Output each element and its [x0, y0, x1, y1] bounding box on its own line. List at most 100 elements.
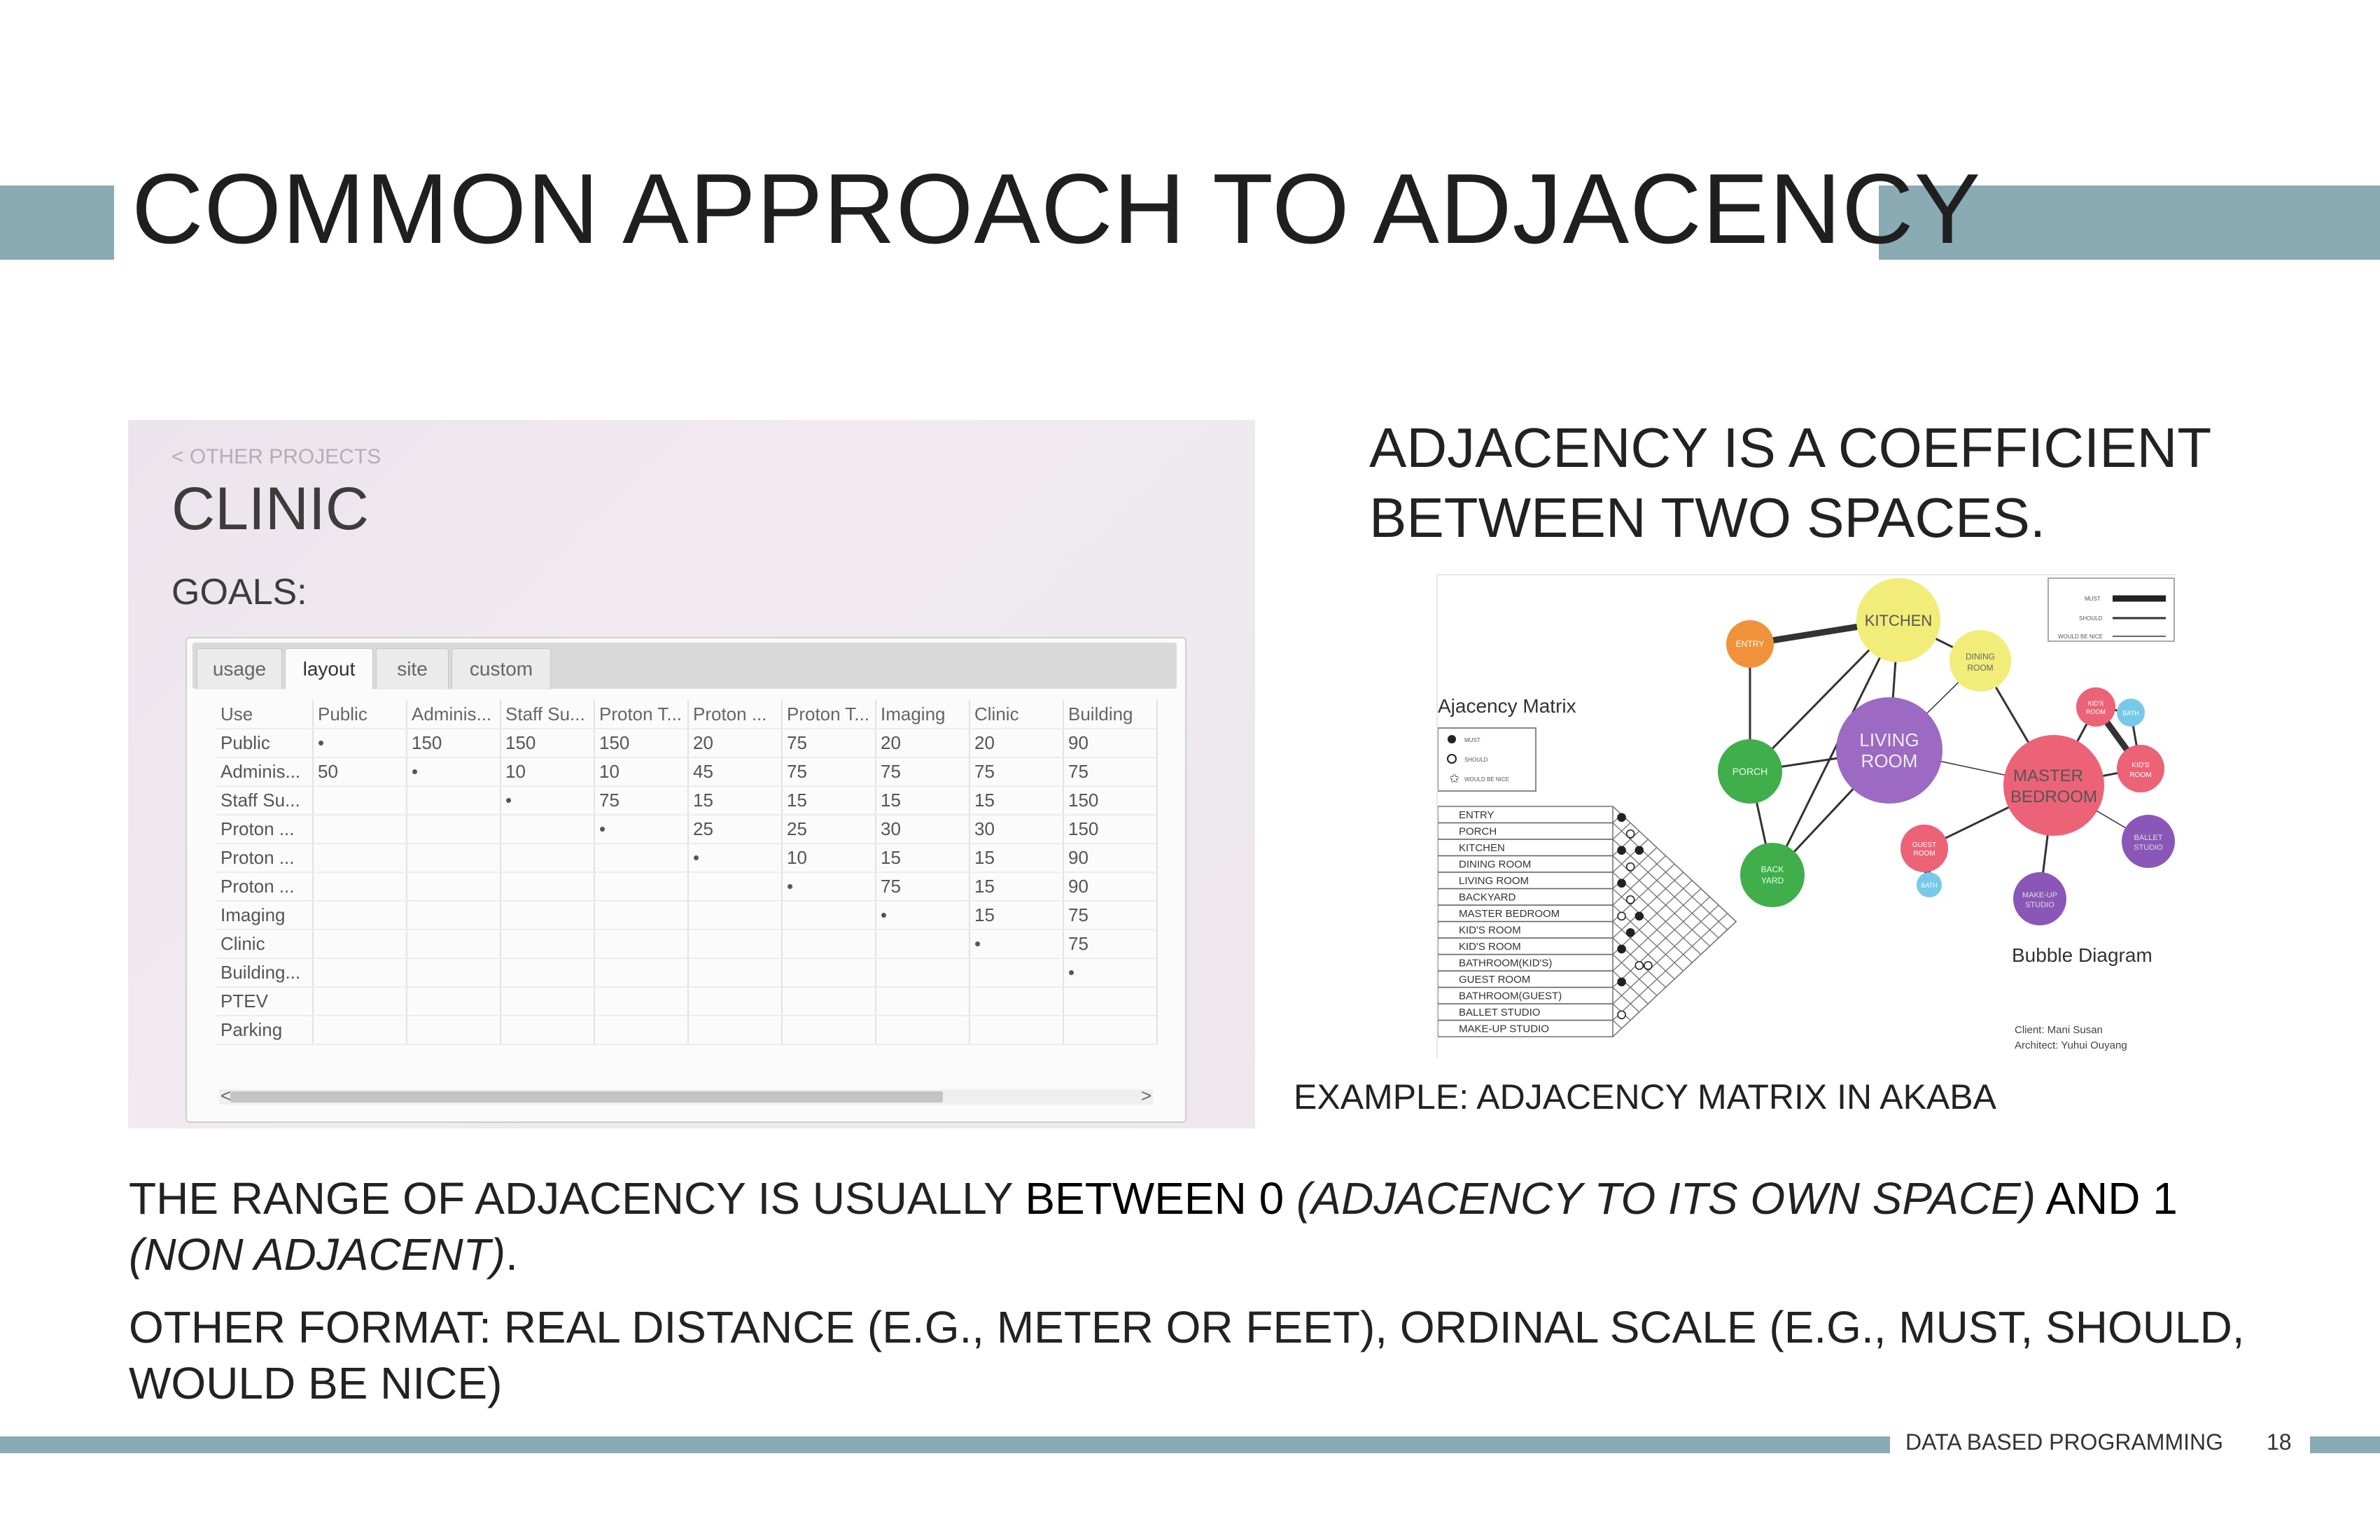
- table-cell[interactable]: 90: [1063, 872, 1158, 902]
- table-cell[interactable]: 75: [876, 757, 970, 787]
- table-cell[interactable]: 75: [1063, 901, 1158, 930]
- table-cell[interactable]: [969, 987, 1064, 1016]
- table-cell[interactable]: [313, 844, 407, 873]
- scroll-left-arrow[interactable]: <: [220, 1085, 231, 1107]
- tab-layout[interactable]: layout: [285, 648, 373, 690]
- table-cell[interactable]: Staff Su...: [216, 786, 314, 816]
- column-header[interactable]: Adminis...: [407, 700, 501, 729]
- table-cell[interactable]: [688, 987, 783, 1016]
- table-cell[interactable]: [594, 844, 689, 873]
- column-header[interactable]: Public: [313, 700, 407, 729]
- table-cell[interactable]: [688, 872, 783, 902]
- table-cell[interactable]: [313, 987, 407, 1016]
- table-cell[interactable]: 15: [876, 844, 970, 873]
- table-cell[interactable]: [313, 901, 407, 930]
- table-cell[interactable]: [594, 987, 689, 1016]
- table-cell[interactable]: Parking: [216, 1016, 314, 1045]
- table-cell[interactable]: [313, 786, 407, 816]
- table-cell[interactable]: Proton ...: [216, 844, 314, 873]
- table-cell[interactable]: [500, 872, 595, 902]
- scroll-right-arrow[interactable]: >: [1141, 1085, 1152, 1107]
- table-cell[interactable]: 50: [313, 757, 407, 787]
- tab-usage[interactable]: usage: [197, 648, 282, 690]
- table-cell[interactable]: [407, 786, 501, 816]
- table-cell[interactable]: 25: [688, 815, 783, 844]
- table-cell[interactable]: [407, 930, 501, 959]
- table-cell[interactable]: 20: [969, 729, 1064, 758]
- table-cell[interactable]: 75: [876, 872, 970, 902]
- column-header[interactable]: Imaging: [876, 700, 970, 729]
- table-cell[interactable]: 150: [1063, 786, 1158, 816]
- table-cell[interactable]: [407, 958, 501, 988]
- table-cell[interactable]: 90: [1063, 729, 1158, 758]
- table-cell[interactable]: [782, 901, 876, 930]
- table-cell[interactable]: Building...: [216, 958, 314, 988]
- table-cell[interactable]: 75: [1063, 757, 1158, 787]
- scrollbar-thumb[interactable]: [230, 1091, 943, 1102]
- table-cell[interactable]: 75: [1063, 930, 1158, 959]
- table-cell[interactable]: [1063, 1016, 1158, 1045]
- table-cell[interactable]: [688, 1016, 783, 1045]
- table-cell[interactable]: 150: [1063, 815, 1158, 844]
- table-cell[interactable]: [500, 930, 595, 959]
- table-cell[interactable]: [688, 901, 783, 930]
- table-cell[interactable]: •: [969, 930, 1064, 959]
- table-cell[interactable]: Proton ...: [216, 815, 314, 844]
- table-cell[interactable]: [1063, 987, 1158, 1016]
- table-cell[interactable]: [876, 958, 970, 988]
- table-cell[interactable]: Public: [216, 729, 314, 758]
- table-cell[interactable]: [876, 987, 970, 1016]
- table-cell[interactable]: [969, 1016, 1064, 1045]
- column-header[interactable]: Building: [1063, 700, 1158, 729]
- table-cell[interactable]: [313, 815, 407, 844]
- table-cell[interactable]: 10: [500, 757, 595, 787]
- table-cell[interactable]: •: [500, 786, 595, 816]
- column-header[interactable]: Proton T...: [782, 700, 876, 729]
- column-header[interactable]: Staff Su...: [500, 700, 595, 729]
- table-cell[interactable]: •: [407, 757, 501, 787]
- table-cell[interactable]: [594, 872, 689, 902]
- table-cell[interactable]: 25: [782, 815, 876, 844]
- table-cell[interactable]: [500, 844, 595, 873]
- table-cell[interactable]: 15: [969, 872, 1064, 902]
- table-cell[interactable]: 10: [782, 844, 876, 873]
- table-cell[interactable]: [313, 872, 407, 902]
- table-cell[interactable]: 90: [1063, 844, 1158, 873]
- table-cell[interactable]: •: [313, 729, 407, 758]
- table-cell[interactable]: [313, 1016, 407, 1045]
- table-cell[interactable]: 30: [876, 815, 970, 844]
- horizontal-scrollbar[interactable]: < >: [219, 1085, 1153, 1106]
- table-cell[interactable]: [500, 901, 595, 930]
- table-cell[interactable]: [313, 930, 407, 959]
- table-cell[interactable]: [407, 844, 501, 873]
- table-cell[interactable]: 15: [969, 901, 1064, 930]
- table-cell[interactable]: [407, 1016, 501, 1045]
- table-cell[interactable]: [594, 1016, 689, 1045]
- table-cell[interactable]: •: [876, 901, 970, 930]
- table-cell[interactable]: [969, 958, 1064, 988]
- table-cell[interactable]: Imaging: [216, 901, 314, 930]
- table-cell[interactable]: 15: [688, 786, 783, 816]
- table-cell[interactable]: 75: [782, 757, 876, 787]
- table-cell[interactable]: 150: [500, 729, 595, 758]
- table-cell[interactable]: Clinic: [216, 930, 314, 959]
- table-cell[interactable]: [876, 1016, 970, 1045]
- table-cell[interactable]: 10: [594, 757, 689, 787]
- table-cell[interactable]: 20: [876, 729, 970, 758]
- table-cell[interactable]: [688, 930, 783, 959]
- table-cell[interactable]: 15: [969, 786, 1064, 816]
- column-header[interactable]: Use: [216, 700, 314, 729]
- table-cell[interactable]: 150: [594, 729, 689, 758]
- table-cell[interactable]: [407, 815, 501, 844]
- column-header[interactable]: Proton T...: [594, 700, 689, 729]
- table-cell[interactable]: [500, 958, 595, 988]
- table-cell[interactable]: [500, 1016, 595, 1045]
- table-cell[interactable]: [782, 987, 876, 1016]
- table-cell[interactable]: •: [782, 872, 876, 902]
- table-cell[interactable]: 20: [688, 729, 783, 758]
- table-cell[interactable]: Adminis...: [216, 757, 314, 787]
- table-cell[interactable]: [782, 930, 876, 959]
- table-cell[interactable]: •: [1063, 958, 1158, 988]
- table-cell[interactable]: 15: [969, 844, 1064, 873]
- back-link[interactable]: < OTHER PROJECTS: [172, 445, 381, 469]
